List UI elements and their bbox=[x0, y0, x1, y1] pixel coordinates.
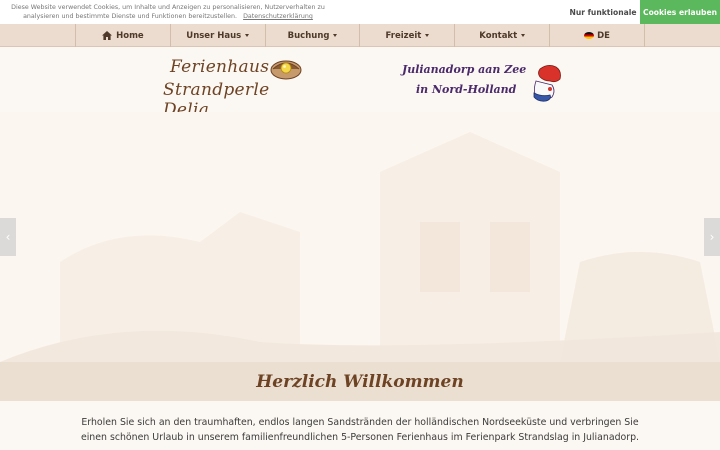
nav-item-label: Buchung bbox=[287, 30, 330, 41]
netherlands-map-icon bbox=[533, 65, 561, 102]
site-logo[interactable]: Ferienhaus Strandperle Delia bbox=[160, 55, 320, 120]
hero-image bbox=[0, 112, 720, 362]
location-line-2: in Nord-Holland bbox=[416, 83, 517, 96]
hero-slider: ‹ › bbox=[0, 112, 720, 362]
german-flag-icon bbox=[584, 32, 595, 39]
cookie-text-block: Diese Website verwendet Cookies, um Inha… bbox=[0, 3, 336, 21]
privacy-link[interactable]: Datenschutzerklärung bbox=[243, 13, 313, 20]
nav-item-label: Kontakt bbox=[479, 30, 518, 41]
cookie-banner: Diese Website verwendet Cookies, um Inha… bbox=[0, 0, 720, 24]
pearl-shell-icon bbox=[270, 60, 302, 80]
slider-prev-button[interactable]: ‹ bbox=[0, 218, 16, 256]
location-line-1: Julianadorp aan Zee bbox=[402, 63, 527, 76]
nav-item-label: Unser Haus bbox=[186, 30, 242, 41]
nav-item-language[interactable]: DE bbox=[550, 24, 645, 47]
nav-item-home[interactable]: Home bbox=[76, 24, 171, 47]
welcome-title: Herzlich Willkommen bbox=[256, 371, 464, 392]
caret-down-icon bbox=[425, 34, 430, 37]
caret-down-icon bbox=[245, 34, 250, 37]
slider-next-button[interactable]: › bbox=[704, 218, 720, 256]
home-icon bbox=[102, 31, 113, 40]
nav-item-freizeit[interactable]: Freizeit bbox=[360, 24, 456, 47]
nav-item-label: DE bbox=[597, 30, 610, 41]
main-navbar: Home Unser Haus Buchung Freizeit Kontakt… bbox=[0, 24, 720, 47]
nav-item-kontakt[interactable]: Kontakt bbox=[455, 24, 551, 47]
caret-down-icon bbox=[521, 34, 526, 37]
caret-down-icon bbox=[333, 34, 338, 37]
welcome-band: Herzlich Willkommen bbox=[0, 362, 720, 401]
nav-item-label: Home bbox=[116, 30, 144, 41]
nav-item-buchung[interactable]: Buchung bbox=[266, 24, 361, 47]
location-logo: Julianadorp aan Zee in Nord-Holland bbox=[400, 57, 570, 109]
nav-menu: Home Unser Haus Buchung Freizeit Kontakt… bbox=[75, 24, 645, 47]
logo-line-1: Ferienhaus bbox=[170, 57, 270, 77]
intro-text: Erholen Sie sich an den traumhaften, end… bbox=[80, 417, 640, 443]
allow-cookies-button[interactable]: Cookies erlauben bbox=[640, 0, 720, 24]
functional-cookies-button[interactable]: Nur funktionale bbox=[566, 0, 640, 24]
nav-item-label: Freizeit bbox=[385, 30, 422, 41]
nav-item-unser-haus[interactable]: Unser Haus bbox=[171, 24, 266, 47]
site-header: Ferienhaus Strandperle Delia Julianadorp… bbox=[0, 47, 720, 120]
